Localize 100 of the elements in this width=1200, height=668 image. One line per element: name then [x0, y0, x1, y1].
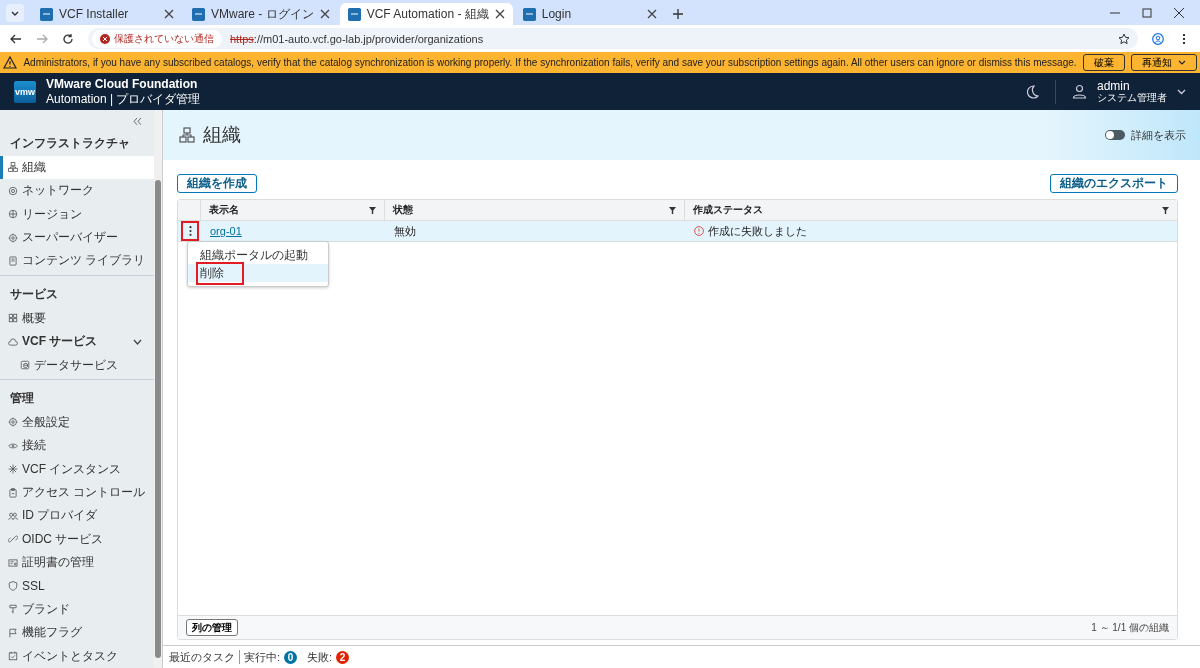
back-icon[interactable]	[10, 32, 22, 45]
page-title: 組織	[203, 123, 241, 147]
column-header[interactable]: 表示名	[200, 200, 384, 220]
nav-item-icon	[8, 417, 18, 428]
sidebar-item[interactable]: 機能フラグ	[0, 621, 154, 645]
nav-item-icon	[8, 581, 18, 592]
sidebar-item[interactable]: ネットワーク	[0, 179, 154, 203]
create-button[interactable]: 組織を作成	[177, 174, 257, 193]
table-cell: 無効	[394, 223, 416, 239]
favicon-icon	[192, 7, 205, 21]
chevron-icon[interactable]	[133, 338, 142, 345]
organization-icon	[179, 127, 195, 143]
nav-item-icon	[8, 604, 18, 615]
product-subtitle: Automation | プロバイダ管理	[46, 91, 201, 107]
tasks-title[interactable]: 最近のタスク	[169, 649, 235, 665]
nav-item-icon	[8, 510, 18, 521]
sidebar-item[interactable]: ID プロバイダ	[0, 504, 154, 528]
row-actions-button[interactable]	[183, 223, 197, 239]
error-icon	[100, 33, 110, 44]
nav-item-icon	[8, 627, 18, 638]
browser-tab[interactable]: VCF Installer	[32, 3, 182, 25]
sidebar-item[interactable]: 組織	[0, 155, 154, 180]
sidebar-item[interactable]: ブランド	[0, 597, 154, 622]
sidebar-item[interactable]: リージョン	[0, 202, 154, 226]
row-count: 1 ～ 1/1 個の組織	[1091, 620, 1169, 635]
favicon-icon	[40, 7, 53, 21]
moon-icon[interactable]	[1025, 84, 1039, 99]
sidebar-item[interactable]: コンテンツ ライブラリ	[0, 249, 154, 273]
security-chip[interactable]: 保護されていない通信	[92, 29, 222, 48]
browser-tab[interactable]: Login	[514, 3, 665, 25]
sidebar-item[interactable]: OIDC サービス	[0, 527, 154, 551]
banner-message: Administrators, if you have any subscribed catalogs, verify that the catalog synchronization is working properly. If the synchronization fails, verify and save your subscription settings again. All other users can ignore or dismiss this message.	[23, 57, 1077, 68]
sidebar-item[interactable]: 証明書の管理	[0, 551, 154, 575]
filter-icon[interactable]	[1162, 206, 1169, 214]
running-label: 実行中:	[244, 649, 281, 665]
sidebar-item[interactable]: 接続	[0, 434, 154, 458]
sidebar-item[interactable]: VCF インスタンス	[0, 457, 154, 481]
banner-button[interactable]: 破棄	[1082, 54, 1125, 71]
kebab-icon	[188, 226, 192, 236]
browser-tab[interactable]: VMware - ログイン	[184, 3, 338, 25]
new-tab-icon[interactable]	[672, 9, 683, 19]
nav-item-icon	[8, 255, 18, 266]
manage-columns-button[interactable]: 列の管理	[186, 619, 238, 636]
export-button[interactable]: 組織のエクスポート	[1050, 174, 1178, 193]
nav-item-icon	[8, 162, 18, 173]
favicon-icon	[522, 7, 536, 21]
toggle-switch[interactable]	[1105, 130, 1125, 140]
scrollbar-thumb[interactable]	[155, 180, 161, 658]
browser-tab[interactable]: VCF Automation - 組織	[339, 3, 513, 25]
logo: vmw	[14, 80, 36, 103]
nav-item-icon	[8, 464, 18, 475]
user-name: admin	[1097, 79, 1131, 92]
organization-link[interactable]: org-01	[210, 225, 242, 237]
nav-item-icon	[8, 232, 18, 243]
close-icon[interactable]	[494, 9, 505, 19]
sidebar-item[interactable]: データサービス	[0, 353, 154, 377]
close-icon[interactable]	[164, 9, 174, 19]
table-row[interactable]: org-01 無効 作成に失敗しました	[178, 221, 1177, 242]
close-icon[interactable]	[1174, 8, 1184, 18]
address-bar[interactable]: 保護されていない通信 https://m01-auto.vcf.go-lab.jp/provider/organizations	[88, 28, 1138, 49]
running-count: 0	[284, 650, 298, 664]
sidebar-item[interactable]: 概要	[0, 306, 154, 330]
table-cell: 作成に失敗しました	[708, 223, 807, 239]
close-icon[interactable]	[646, 9, 657, 19]
filter-icon[interactable]	[369, 206, 376, 214]
star-icon[interactable]	[1118, 32, 1130, 45]
profile-icon[interactable]	[1152, 32, 1164, 45]
nav-item-icon	[8, 185, 18, 196]
url-text: https://m01-auto.vcf.go-lab.jp/provider/organizations	[230, 32, 484, 45]
section-title: インフラストラクチャ	[9, 134, 131, 152]
favicon-icon	[347, 7, 361, 21]
user-role: システム管理者	[1097, 91, 1167, 104]
sidebar-item[interactable]: SSL	[0, 574, 154, 598]
nav-item-icon	[8, 487, 18, 498]
sidebar-item[interactable]: アクセス コントロール	[0, 480, 154, 505]
banner-button[interactable]: 再通知	[1130, 54, 1197, 71]
menu-item[interactable]: 削除	[188, 264, 328, 282]
sidebar-item[interactable]: イベントとタスク	[0, 644, 154, 668]
filter-icon[interactable]	[669, 206, 676, 214]
error-icon	[694, 226, 704, 236]
failed-label: 失敗:	[307, 649, 333, 665]
collapse-icon[interactable]	[133, 117, 142, 126]
nav-item-icon	[8, 313, 18, 324]
failed-count: 2	[336, 650, 350, 664]
reload-icon[interactable]	[62, 32, 74, 45]
user-icon[interactable]	[1072, 84, 1087, 99]
product-name: VMware Cloud Foundation	[46, 76, 199, 92]
caret-icon[interactable]	[1177, 88, 1186, 95]
maximize-icon[interactable]	[1142, 8, 1152, 18]
sidebar-item[interactable]: VCF サービス	[0, 330, 154, 354]
column-header[interactable]: 状態	[384, 200, 684, 220]
warning-icon	[3, 56, 18, 69]
nav-item-icon	[8, 534, 18, 545]
column-header[interactable]: 作成ステータス	[684, 200, 1177, 220]
toggle-label: 詳細を表示	[1131, 127, 1186, 143]
close-icon[interactable]	[319, 9, 330, 19]
sidebar-item[interactable]: 全般設定	[0, 410, 154, 435]
menu-item[interactable]: 組織ポータルの起動	[188, 246, 328, 264]
nav-item-icon	[8, 651, 18, 662]
sidebar-item[interactable]: スーパーバイザー	[0, 225, 154, 250]
